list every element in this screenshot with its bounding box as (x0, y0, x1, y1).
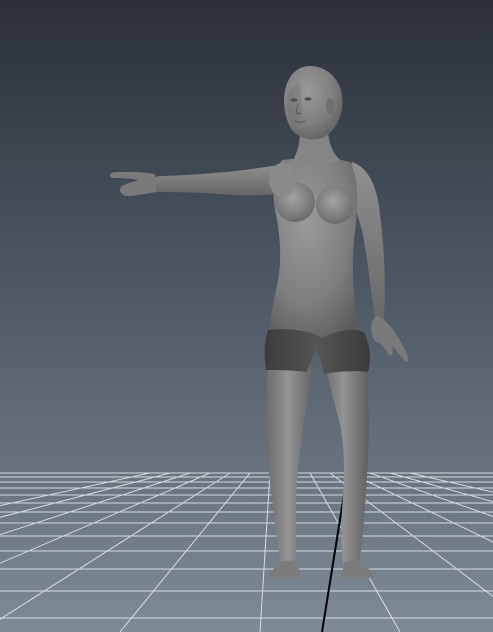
eye-right (304, 97, 312, 101)
3d-viewport[interactable] (0, 0, 493, 632)
ear (326, 98, 334, 114)
shoulder (269, 163, 295, 197)
eye-left (290, 98, 298, 102)
chest-left (316, 186, 354, 224)
viewport-canvas[interactable] (0, 0, 493, 632)
viewport-background (0, 0, 493, 632)
